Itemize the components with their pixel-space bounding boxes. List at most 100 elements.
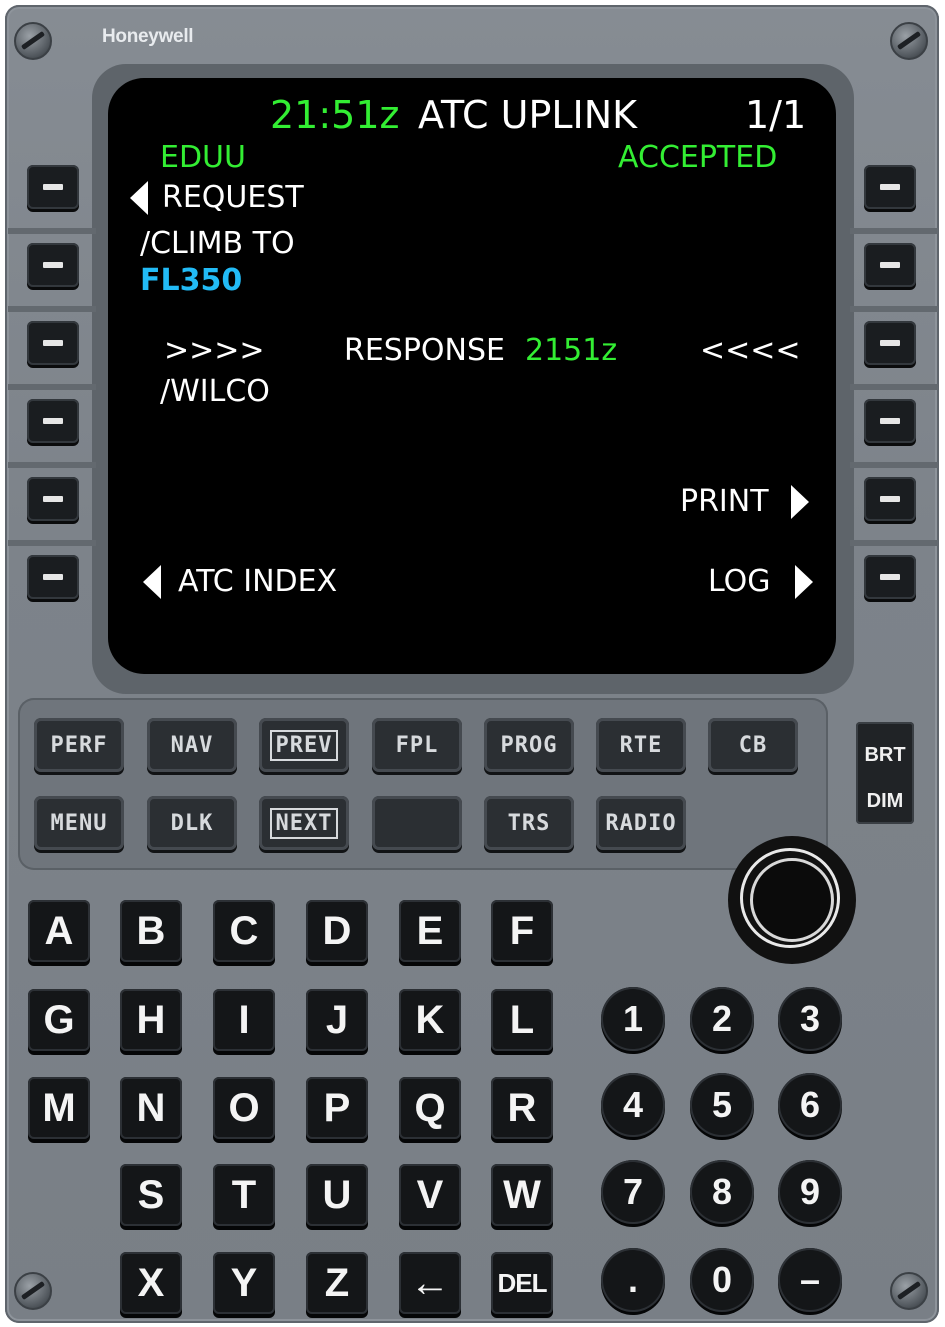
key-i[interactable]: I — [213, 989, 275, 1051]
prev-key-label: PREV — [269, 729, 339, 761]
key-q[interactable]: Q — [399, 1077, 461, 1139]
response-time: 2151z — [525, 333, 618, 368]
prog-key[interactable]: PROG — [484, 718, 574, 772]
screw-icon — [14, 22, 52, 60]
blank-key[interactable] — [372, 796, 462, 850]
rte-key[interactable]: RTE — [596, 718, 686, 772]
key-h[interactable]: H — [120, 989, 182, 1051]
print-label: PRINT — [680, 484, 769, 519]
perf-key[interactable]: PERF — [34, 718, 124, 772]
line-select-key-r3[interactable] — [864, 321, 916, 365]
next-key[interactable]: NEXT — [259, 796, 349, 850]
request-label: REQUEST — [162, 180, 304, 215]
dim-label: DIM — [866, 790, 904, 812]
response-value: /WILCO — [160, 374, 270, 409]
response-marker-right: <<<< — [700, 333, 801, 368]
decimal-key[interactable]: . — [601, 1248, 665, 1312]
key-w[interactable]: W — [491, 1164, 553, 1226]
line-select-key-r5[interactable] — [864, 477, 916, 521]
key-0[interactable]: 0 — [690, 1248, 754, 1312]
fpl-key[interactable]: FPL — [372, 718, 462, 772]
screw-icon — [14, 1272, 52, 1310]
menu-key[interactable]: MENU — [34, 796, 124, 850]
minus-key[interactable]: – — [778, 1248, 842, 1312]
key-n[interactable]: N — [120, 1077, 182, 1139]
line-select-key-l2[interactable] — [27, 243, 79, 287]
key-a[interactable]: A — [28, 900, 90, 962]
key-1[interactable]: 1 — [601, 987, 665, 1051]
line-select-key-r2[interactable] — [864, 243, 916, 287]
knob-center — [750, 858, 834, 942]
key-j[interactable]: J — [306, 989, 368, 1051]
line-select-key-l1[interactable] — [27, 165, 79, 209]
status-text: ACCEPTED — [618, 140, 778, 175]
key-7[interactable]: 7 — [601, 1160, 665, 1224]
lsk-divider — [850, 384, 938, 390]
key-l[interactable]: L — [491, 989, 553, 1051]
key-g[interactable]: G — [28, 989, 90, 1051]
page-counter: 1/1 — [745, 93, 807, 137]
backspace-key[interactable]: ← — [399, 1252, 461, 1314]
line-select-key-r1[interactable] — [864, 165, 916, 209]
line-select-key-l5[interactable] — [27, 477, 79, 521]
key-f[interactable]: F — [491, 900, 553, 962]
key-x[interactable]: X — [120, 1252, 182, 1314]
clock-readout: 21:51z — [270, 93, 400, 137]
key-8[interactable]: 8 — [690, 1160, 754, 1224]
line-select-key-l6[interactable] — [27, 555, 79, 599]
key-5[interactable]: 5 — [690, 1073, 754, 1137]
atc-index-label: ATC INDEX — [178, 564, 338, 599]
lsk-divider — [850, 306, 938, 312]
right-select-arrow-icon — [795, 565, 813, 605]
lsk-divider — [850, 462, 938, 468]
left-select-arrow-icon — [130, 181, 148, 221]
key-z[interactable]: Z — [306, 1252, 368, 1314]
response-marker-left: >>>> — [164, 333, 265, 368]
key-r[interactable]: R — [491, 1077, 553, 1139]
key-s[interactable]: S — [120, 1164, 182, 1226]
screw-icon — [890, 1272, 928, 1310]
key-m[interactable]: M — [28, 1077, 90, 1139]
key-4[interactable]: 4 — [601, 1073, 665, 1137]
lsk-divider — [8, 228, 96, 234]
key-e[interactable]: E — [399, 900, 461, 962]
instruction-text: /CLIMB TO — [140, 226, 295, 261]
brt-label: BRT — [864, 744, 906, 766]
line-select-key-l4[interactable] — [27, 399, 79, 443]
key-p[interactable]: P — [306, 1077, 368, 1139]
key-6[interactable]: 6 — [778, 1073, 842, 1137]
line-select-key-r4[interactable] — [864, 399, 916, 443]
key-k[interactable]: K — [399, 989, 461, 1051]
tuning-knob[interactable] — [728, 836, 856, 964]
lsk-divider — [850, 228, 938, 234]
trs-key[interactable]: TRS — [484, 796, 574, 850]
key-d[interactable]: D — [306, 900, 368, 962]
dlk-key[interactable]: DLK — [147, 796, 237, 850]
key-b[interactable]: B — [120, 900, 182, 962]
flight-level-value: FL350 — [140, 263, 243, 298]
key-o[interactable]: O — [213, 1077, 275, 1139]
log-label: LOG — [708, 564, 771, 599]
radio-key[interactable]: RADIO — [596, 796, 686, 850]
delete-key[interactable]: DEL — [491, 1252, 553, 1314]
key-c[interactable]: C — [213, 900, 275, 962]
prev-key[interactable]: PREV — [259, 718, 349, 772]
brightness-rocker[interactable]: BRT DIM — [856, 722, 914, 824]
lsk-divider — [8, 462, 96, 468]
key-3[interactable]: 3 — [778, 987, 842, 1051]
line-select-key-l3[interactable] — [27, 321, 79, 365]
line-select-key-r6[interactable] — [864, 555, 916, 599]
station-id: EDUU — [160, 140, 246, 175]
key-2[interactable]: 2 — [690, 987, 754, 1051]
nav-key[interactable]: NAV — [147, 718, 237, 772]
key-9[interactable]: 9 — [778, 1160, 842, 1224]
key-t[interactable]: T — [213, 1164, 275, 1226]
response-label: RESPONSE — [344, 333, 505, 368]
key-y[interactable]: Y — [213, 1252, 275, 1314]
right-select-arrow-icon — [791, 485, 809, 525]
screw-icon — [890, 22, 928, 60]
key-u[interactable]: U — [306, 1164, 368, 1226]
cb-key[interactable]: CB — [708, 718, 798, 772]
key-v[interactable]: V — [399, 1164, 461, 1226]
lsk-divider — [8, 540, 96, 546]
